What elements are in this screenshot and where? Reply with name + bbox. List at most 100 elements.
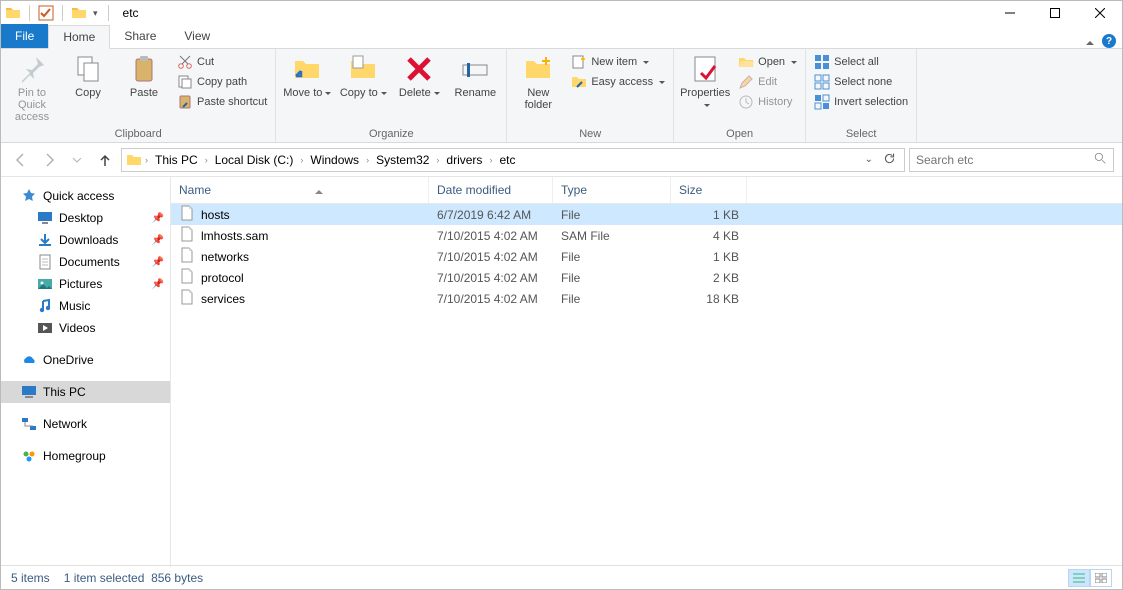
nav-desktop[interactable]: Desktop📌: [1, 207, 170, 229]
chevron-right-icon[interactable]: ›: [435, 155, 440, 165]
tab-home[interactable]: Home: [48, 25, 110, 49]
chevron-right-icon[interactable]: ›: [144, 155, 149, 165]
new-folder-button[interactable]: New folder: [513, 51, 563, 127]
breadcrumb[interactable]: Windows: [306, 153, 363, 167]
nav-documents[interactable]: Documents📌: [1, 251, 170, 273]
file-row[interactable]: hosts6/7/2019 6:42 AMFile1 KB: [171, 204, 1122, 225]
copy-path-button[interactable]: Copy path: [175, 73, 269, 91]
breadcrumb[interactable]: drivers: [442, 153, 486, 167]
delete-button[interactable]: Delete: [394, 51, 444, 127]
nav-music[interactable]: Music: [1, 295, 170, 317]
history-button[interactable]: History: [736, 93, 799, 111]
history-icon: [738, 94, 754, 110]
refresh-icon[interactable]: [879, 152, 900, 168]
chevron-right-icon[interactable]: ›: [365, 155, 370, 165]
easy-access-button[interactable]: Easy access: [569, 73, 667, 91]
tab-share[interactable]: Share: [110, 24, 170, 48]
up-button[interactable]: [93, 148, 117, 172]
nav-quick-access[interactable]: Quick access: [1, 185, 170, 207]
open-button[interactable]: Open: [736, 53, 799, 71]
file-icon: [179, 247, 195, 266]
nav-homegroup[interactable]: Homegroup: [1, 445, 170, 467]
select-none-button[interactable]: Select none: [812, 73, 910, 91]
search-box[interactable]: [909, 148, 1114, 172]
maximize-button[interactable]: [1032, 1, 1077, 25]
address-bar[interactable]: › This PC › Local Disk (C:) › Windows › …: [121, 148, 905, 172]
file-name: protocol: [201, 271, 244, 285]
tab-file[interactable]: File: [1, 24, 48, 48]
file-type: File: [553, 250, 671, 264]
rename-button[interactable]: Rename: [450, 51, 500, 127]
edit-icon: [738, 74, 754, 90]
invert-selection-button[interactable]: Invert selection: [812, 93, 910, 111]
move-to-button[interactable]: Move to: [282, 51, 332, 127]
star-icon: [21, 188, 37, 204]
nav-network[interactable]: Network: [1, 413, 170, 435]
new-item-button[interactable]: New item: [569, 53, 667, 71]
group-open: Properties Open Edit History Open: [674, 49, 806, 142]
recent-locations-button[interactable]: [65, 148, 89, 172]
file-row[interactable]: services7/10/2015 4:02 AMFile18 KB: [171, 288, 1122, 309]
select-all-button[interactable]: Select all: [812, 53, 910, 71]
column-date[interactable]: Date modified: [429, 177, 553, 203]
qat-checkbox-icon[interactable]: [38, 5, 54, 21]
forward-button[interactable]: [37, 148, 61, 172]
nav-videos[interactable]: Videos: [1, 317, 170, 339]
file-icon: [179, 205, 195, 224]
nav-pictures[interactable]: Pictures📌: [1, 273, 170, 295]
pin-icon: 📌: [152, 257, 164, 268]
collapse-ribbon-icon[interactable]: [1086, 37, 1094, 45]
qat-dropdown-icon[interactable]: ▾: [91, 8, 100, 19]
breadcrumb[interactable]: etc: [495, 153, 519, 167]
minimize-button[interactable]: [987, 1, 1032, 25]
breadcrumb[interactable]: This PC: [151, 153, 202, 167]
nav-this-pc[interactable]: This PC: [1, 381, 170, 403]
desktop-icon: [37, 210, 53, 226]
file-type: File: [553, 208, 671, 222]
column-type[interactable]: Type: [553, 177, 671, 203]
column-size[interactable]: Size: [671, 177, 747, 203]
close-button[interactable]: [1077, 1, 1122, 25]
breadcrumb[interactable]: System32: [372, 153, 433, 167]
help-icon[interactable]: ?: [1102, 34, 1116, 48]
address-dropdown-icon[interactable]: ⌄: [861, 154, 877, 165]
column-headers: Name Date modified Type Size: [171, 177, 1122, 204]
properties-button[interactable]: Properties: [680, 51, 730, 127]
file-date: 7/10/2015 4:02 AM: [429, 271, 553, 285]
select-all-icon: [814, 54, 830, 70]
breadcrumb[interactable]: Local Disk (C:): [211, 153, 298, 167]
edit-button[interactable]: Edit: [736, 73, 799, 91]
tab-view[interactable]: View: [170, 24, 224, 48]
chevron-right-icon[interactable]: ›: [204, 155, 209, 165]
move-to-icon: [291, 53, 323, 85]
pin-quick-access-button[interactable]: Pin to Quick access: [7, 51, 57, 127]
search-input[interactable]: [916, 153, 1076, 167]
chevron-right-icon[interactable]: ›: [488, 155, 493, 165]
copy-to-button[interactable]: Copy to: [338, 51, 388, 127]
column-name[interactable]: Name: [171, 177, 429, 203]
back-button[interactable]: [9, 148, 33, 172]
paste-button[interactable]: Paste: [119, 51, 169, 127]
status-bar: 5 items 1 item selected 856 bytes: [1, 565, 1122, 589]
select-none-icon: [814, 74, 830, 90]
file-icon: [179, 289, 195, 308]
nav-downloads[interactable]: Downloads📌: [1, 229, 170, 251]
ribbon-tabs: File Home Share View ?: [1, 25, 1122, 49]
file-row[interactable]: lmhosts.sam7/10/2015 4:02 AMSAM File4 KB: [171, 225, 1122, 246]
file-date: 6/7/2019 6:42 AM: [429, 208, 553, 222]
downloads-icon: [37, 232, 53, 248]
folder-icon: [126, 152, 142, 168]
file-name: networks: [201, 250, 249, 264]
details-view-button[interactable]: [1068, 569, 1090, 587]
file-row[interactable]: networks7/10/2015 4:02 AMFile1 KB: [171, 246, 1122, 267]
scissors-icon: [177, 54, 193, 70]
search-icon[interactable]: [1094, 152, 1107, 168]
file-date: 7/10/2015 4:02 AM: [429, 250, 553, 264]
cut-button[interactable]: Cut: [175, 53, 269, 71]
copy-button[interactable]: Copy: [63, 51, 113, 127]
paste-shortcut-button[interactable]: Paste shortcut: [175, 93, 269, 111]
chevron-right-icon[interactable]: ›: [299, 155, 304, 165]
thumbnails-view-button[interactable]: [1090, 569, 1112, 587]
nav-onedrive[interactable]: OneDrive: [1, 349, 170, 371]
file-row[interactable]: protocol7/10/2015 4:02 AMFile2 KB: [171, 267, 1122, 288]
